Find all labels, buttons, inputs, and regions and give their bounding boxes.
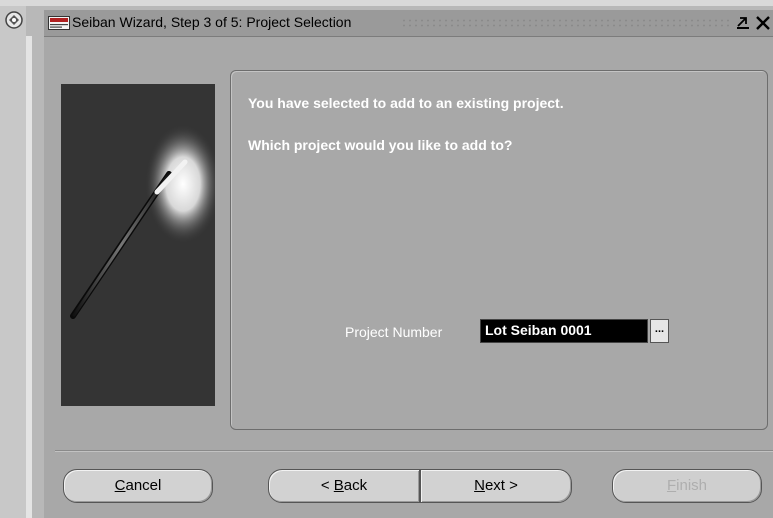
which-project-question: Which project would you like to add to?: [248, 137, 513, 153]
button-separator: [55, 450, 773, 452]
finish-label: inish: [676, 477, 708, 494]
oracle-applications-icon: [48, 16, 70, 30]
back-button[interactable]: < Back: [268, 469, 420, 503]
ellipsis-icon: ...: [654, 323, 665, 335]
outer-window-strip: [0, 0, 773, 6]
cancel-button[interactable]: Cancel: [63, 469, 213, 503]
cancel-label: ancel: [125, 477, 162, 494]
close-icon[interactable]: [754, 12, 772, 32]
existing-project-message: You have selected to add to an existing …: [248, 95, 564, 111]
project-number-field[interactable]: Lot Seiban 0001: [480, 319, 648, 343]
next-mnemonic: N: [474, 477, 485, 494]
next-label: ext >: [484, 477, 518, 494]
project-selection-panel: You have selected to add to an existing …: [230, 70, 768, 430]
project-number-label: Project Number: [345, 324, 443, 340]
magic-wand-icon: [61, 84, 215, 406]
oracle-forms-icon[interactable]: [4, 10, 24, 30]
background-window-left: [0, 6, 26, 518]
cancel-mnemonic: C: [114, 477, 126, 494]
list-of-values-button[interactable]: ...: [650, 319, 669, 343]
window-title: Seiban Wizard, Step 3 of 5: Project Sele…: [72, 14, 352, 30]
finish-mnemonic: F: [666, 477, 677, 494]
title-bar-texture: [401, 18, 731, 28]
back-mnemonic: B: [333, 477, 344, 494]
back-label: ack: [343, 477, 368, 494]
next-button[interactable]: Next >: [420, 469, 572, 503]
title-bar[interactable]: Seiban Wizard, Step 3 of 5: Project Sele…: [44, 10, 773, 37]
wizard-dialog: Seiban Wizard, Step 3 of 5: Project Sele…: [44, 10, 773, 518]
back-prefix: <: [320, 477, 334, 494]
finish-button: Finish: [612, 469, 762, 503]
background-window-frame: [26, 36, 32, 518]
minimize-icon[interactable]: [734, 12, 752, 32]
